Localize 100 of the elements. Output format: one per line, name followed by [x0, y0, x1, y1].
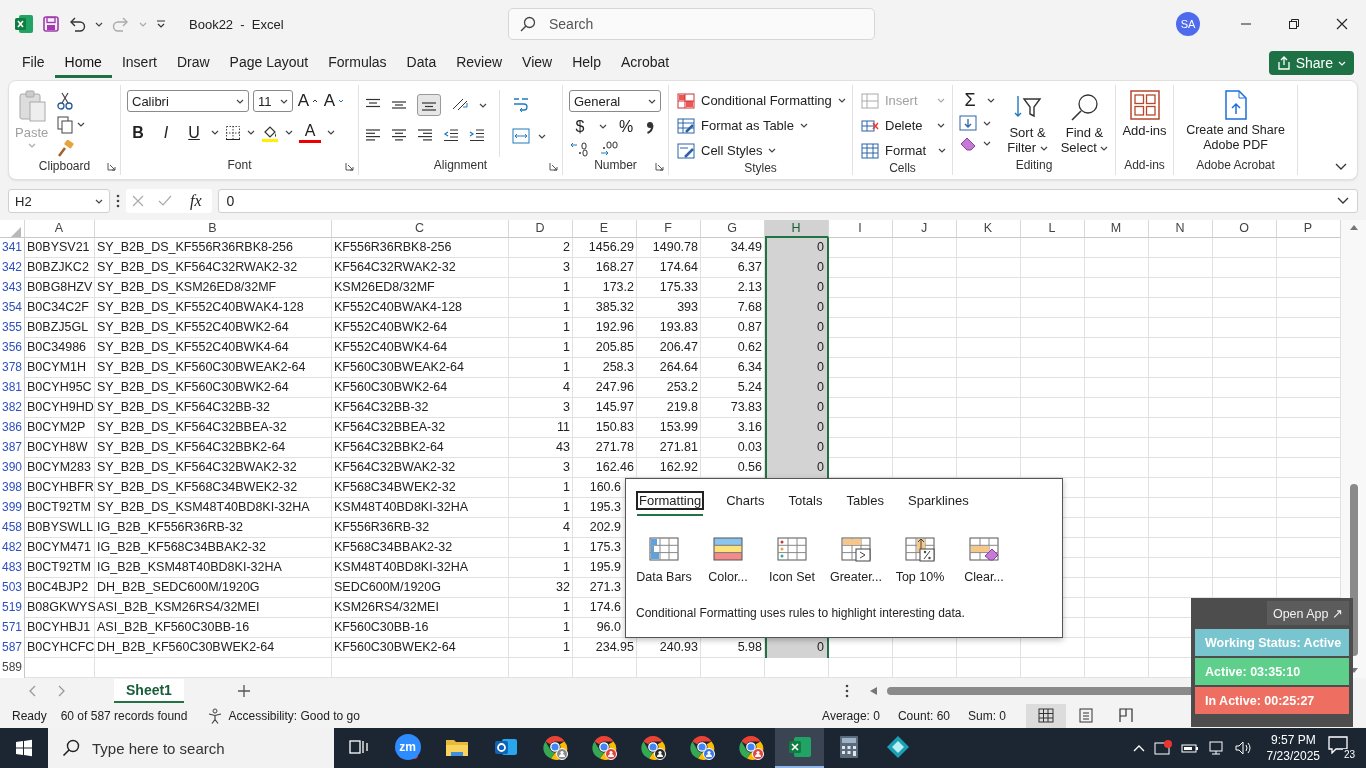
table-cell-text: 162.46 [594, 459, 635, 476]
column-header[interactable]: I [829, 220, 893, 238]
search-field[interactable]: Search [508, 8, 875, 40]
row-header[interactable]: 458 [0, 518, 25, 538]
grow-font-button[interactable]: A [297, 90, 319, 112]
row-header[interactable]: 355 [0, 318, 25, 338]
column-header[interactable]: G [701, 220, 765, 238]
table-cell-text: 271.3 [588, 579, 622, 596]
insert-function-button[interactable]: fx [186, 192, 206, 210]
column-header[interactable]: L [1021, 220, 1085, 238]
share-button[interactable]: Share [1268, 51, 1354, 75]
ribbon-tab[interactable]: Help [562, 48, 611, 78]
currency-button[interactable]: $ [569, 116, 591, 137]
quick-analysis-option[interactable]: Color... [700, 536, 756, 584]
row-header[interactable]: 519 [0, 598, 25, 618]
column-header[interactable]: M [1085, 220, 1149, 238]
accessibility-status[interactable]: Accessibility: Good to go [228, 709, 360, 723]
underline-button[interactable]: U [183, 122, 205, 143]
ribbon-tab[interactable]: Page Layout [219, 48, 319, 78]
conditional-formatting-button[interactable]: Conditional Formatting [675, 90, 848, 111]
clock-date[interactable]: 7/23/2025 [1266, 748, 1320, 764]
column-header[interactable]: K [957, 220, 1021, 238]
font-color-button[interactable]: A [299, 122, 321, 143]
table-cell-text: 393 [676, 299, 699, 316]
row-header[interactable]: 503 [0, 578, 25, 598]
column-header[interactable]: D [509, 220, 573, 238]
column-header[interactable]: J [893, 220, 957, 238]
find-select-button[interactable]: Find & Select [1060, 90, 1109, 157]
row-header[interactable]: 381 [0, 378, 25, 398]
sheet-tab[interactable]: Sheet1 [114, 679, 184, 703]
name-box[interactable]: H2 [8, 189, 110, 213]
ribbon-tab[interactable]: Acrobat [610, 48, 680, 78]
column-header[interactable]: H [765, 220, 829, 238]
column-header[interactable]: B [95, 220, 332, 238]
row-header[interactable]: 386 [0, 418, 25, 438]
row-header[interactable]: 571 [0, 618, 25, 638]
delete-cells-button[interactable]: Delete [859, 115, 947, 136]
add-ins-button[interactable]: Add-ins [1122, 90, 1167, 157]
sort-filter-button[interactable]: Sort & Filter [1003, 90, 1052, 157]
quick-analysis-option[interactable]: Clear... [956, 536, 1012, 584]
row-header[interactable]: 390 [0, 458, 25, 478]
row-header[interactable]: 483 [0, 558, 25, 578]
analysis-tab[interactable]: Sparklines [907, 489, 970, 516]
column-header[interactable]: A [25, 220, 95, 238]
quick-analysis-option[interactable]: Data Bars [636, 536, 692, 584]
ribbon-tab[interactable]: Draw [166, 48, 220, 78]
taskbar-search-field[interactable]: Type here to search [48, 728, 334, 768]
autosum-button[interactable]: Σ [959, 90, 981, 111]
ribbon-tab[interactable]: Data [396, 48, 447, 78]
table-cell-text: 234.95 [594, 639, 635, 656]
column-header[interactable]: F [637, 220, 701, 238]
analysis-tab[interactable]: Totals [787, 489, 824, 516]
bold-button[interactable]: B [127, 122, 149, 143]
format-as-table-button[interactable]: Format as Table [675, 115, 848, 136]
row-header[interactable]: 382 [0, 398, 25, 418]
ribbon-tab[interactable]: File [12, 48, 55, 78]
ribbon-tab[interactable]: Formulas [318, 48, 397, 78]
analysis-tab[interactable]: Formatting [637, 489, 704, 516]
create-pdf-button[interactable]: Create and Share Adobe PDF [1180, 90, 1291, 157]
column-header[interactable]: E [573, 220, 637, 238]
font-size-dropdown[interactable]: 11 [253, 90, 293, 112]
cell-styles-button[interactable]: Cell Styles [675, 140, 848, 161]
column-header[interactable]: N [1149, 220, 1213, 238]
percent-button[interactable]: % [615, 116, 637, 137]
row-header[interactable]: 587 [0, 638, 25, 658]
quick-analysis-option[interactable]: Icon Set [764, 536, 820, 584]
row-header[interactable]: 589 [0, 658, 25, 678]
column-header[interactable]: P [1277, 220, 1341, 238]
format-cells-button[interactable]: Format [859, 140, 947, 161]
analysis-tab[interactable]: Charts [725, 489, 766, 516]
row-header[interactable]: 354 [0, 298, 25, 318]
user-avatar[interactable]: SA [1176, 12, 1200, 36]
table-cell-text: 0.87 [736, 319, 763, 336]
font-name-dropdown[interactable]: Calibri [127, 90, 249, 112]
ribbon-tab[interactable]: Review [446, 48, 513, 78]
column-header[interactable]: C [332, 220, 509, 238]
italic-button[interactable]: I [155, 122, 177, 143]
analysis-tab[interactable]: Tables [845, 489, 885, 516]
cell-reference: H2 [15, 193, 32, 209]
quick-analysis-option[interactable]: Greater... [828, 536, 884, 584]
table-cell-text: 3 [562, 399, 571, 416]
table-cell-text: 96.0 [595, 619, 622, 636]
clock-time[interactable]: 9:57 PM [1266, 732, 1320, 748]
row-header[interactable]: 341 [0, 238, 25, 258]
row-header[interactable]: 342 [0, 258, 25, 278]
ribbon-tab[interactable]: View [512, 48, 563, 78]
row-header[interactable]: 482 [0, 538, 25, 558]
open-app-button[interactable]: Open App ↗ [1266, 601, 1349, 625]
row-header[interactable]: 399 [0, 498, 25, 518]
ribbon-tab[interactable]: Insert [111, 48, 167, 78]
row-header[interactable]: 343 [0, 278, 25, 298]
formula-field[interactable]: 0 [217, 189, 1358, 213]
quick-analysis-option[interactable]: Top 10% [892, 536, 948, 584]
row-header[interactable]: 398 [0, 478, 25, 498]
row-header[interactable]: 356 [0, 338, 25, 358]
column-header[interactable]: O [1213, 220, 1277, 238]
row-header[interactable]: 378 [0, 358, 25, 378]
number-format-dropdown[interactable]: General [569, 90, 661, 112]
row-header[interactable]: 387 [0, 438, 25, 458]
shrink-font-button[interactable]: A [323, 90, 345, 112]
